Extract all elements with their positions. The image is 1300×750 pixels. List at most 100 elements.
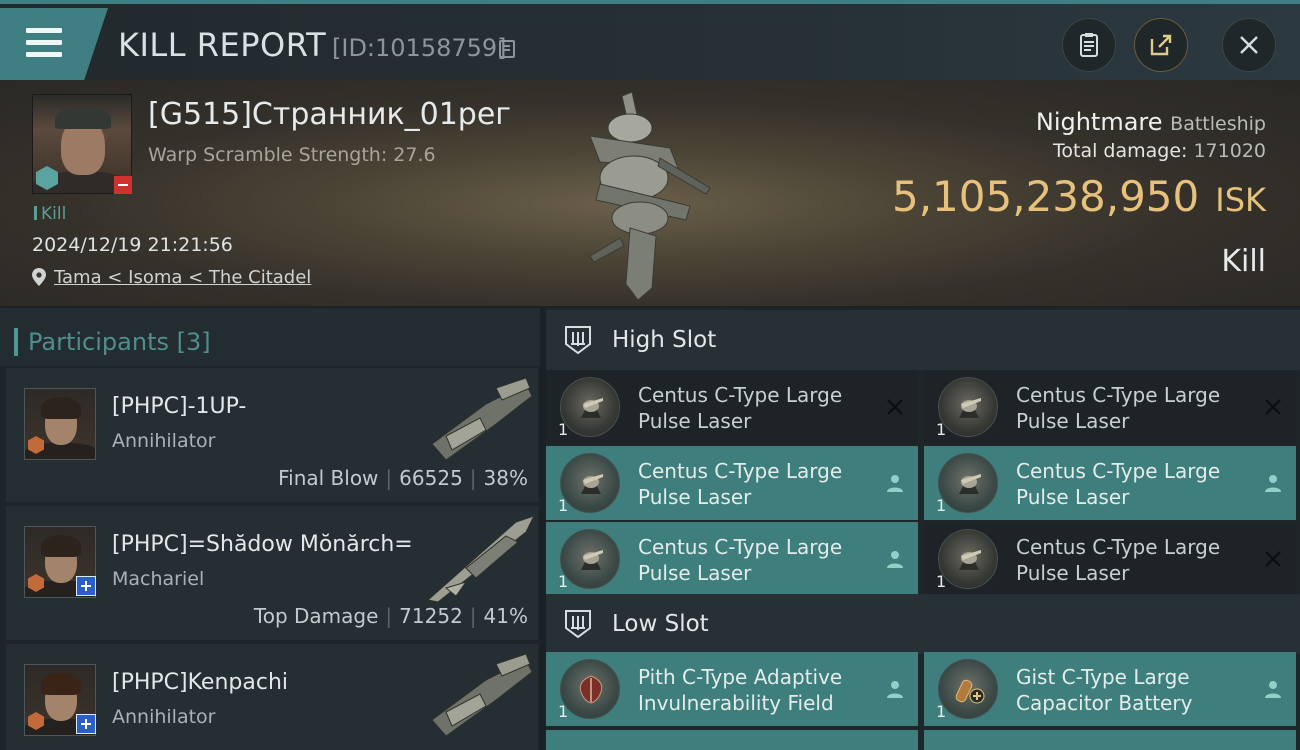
- ship-name: Nightmare: [1035, 108, 1163, 136]
- high-slot-header: High Slot: [546, 310, 1300, 370]
- isk-value: 5,105,238,950 ISK: [892, 172, 1266, 221]
- module-quantity: 1: [558, 572, 569, 591]
- participant-stats: Final Blow | 66525 | 38%: [278, 466, 528, 490]
- module-quantity: 1: [558, 420, 569, 439]
- invulnerability-field-icon: [560, 659, 620, 719]
- module-item[interactable]: 1 Centus C-Type Large Pulse Laser: [924, 370, 1296, 444]
- participant-ship: Machariel: [112, 568, 205, 590]
- victim-ship-image: [589, 91, 711, 301]
- module-name: Centus C-Type Large Pulse Laser: [1016, 383, 1221, 433]
- top-bar: KILL REPORT [ID:10158759]: [0, 0, 1300, 80]
- participant-ship: Annihilator: [112, 706, 216, 728]
- clipboard-button[interactable]: [1062, 18, 1116, 72]
- isk-amount: 5,105,238,950: [891, 172, 1200, 221]
- module-name: Pith C-Type Adaptive Invulnerability Fiel…: [638, 665, 843, 715]
- total-damage: Total damage: 171020: [1053, 140, 1266, 162]
- module-item[interactable]: 1 Centus C-Type Large Pulse Laser: [546, 446, 918, 520]
- warp-scramble-strength: Warp Scramble Strength: 27.6: [148, 144, 436, 166]
- module-item[interactable]: 1 Gist C-Type Large Capacitor Battery: [924, 652, 1296, 726]
- participant-row[interactable]: [PHPC]=Shădow Mŏnărch= Machariel Top Dam…: [6, 506, 538, 640]
- pulse-laser-icon: [560, 453, 620, 513]
- person-icon: [1265, 475, 1281, 492]
- pulse-laser-icon: [560, 529, 620, 589]
- module-item[interactable]: 1 Centus C-Type Large Pulse Laser: [546, 370, 918, 444]
- participant-name: [PHPC]=Shădow Mŏnărch=: [112, 532, 413, 557]
- plus-standing-icon: [76, 576, 96, 596]
- participant-ship-image: [426, 515, 535, 602]
- participant-name: [PHPC]-1UP-: [112, 394, 247, 419]
- participants-title: Participants [3]: [14, 328, 211, 356]
- participant-stats: Top Damage | 71252 | 41%: [253, 604, 528, 628]
- participant-name: [PHPC]Kenpachi: [112, 670, 289, 695]
- participant-ship-image: [431, 377, 533, 461]
- module-item[interactable]: 1 Centus C-Type Large Pulse Laser: [924, 446, 1296, 520]
- x-icon: [1265, 399, 1281, 415]
- module-item[interactable]: 1 Centus C-Type Large Pulse Laser: [924, 522, 1296, 596]
- person-icon: [887, 475, 903, 492]
- plus-standing-icon: [76, 714, 96, 734]
- person-icon: [887, 681, 903, 698]
- participant-ship-image: [431, 653, 533, 737]
- page-title: KILL REPORT: [118, 26, 327, 64]
- module-item[interactable]: 1 Pith C-Type Adaptive Invulnerability Fi…: [546, 652, 918, 726]
- participants-panel: Participants [3] [PHPC]-1UP- Annihilator…: [0, 308, 540, 750]
- module-item[interactable]: 1 Centus C-Type Large Pulse Laser: [546, 522, 918, 596]
- module-quantity: 1: [558, 702, 569, 721]
- module-item-partial[interactable]: [924, 730, 1296, 750]
- x-icon: [887, 399, 903, 415]
- module-quantity: 1: [558, 496, 569, 515]
- module-name: Centus C-Type Large Pulse Laser: [638, 383, 843, 433]
- module-quantity: 1: [936, 496, 947, 515]
- low-slot-label: Low Slot: [612, 611, 709, 637]
- participant-damage: 66525: [399, 466, 463, 490]
- ship-class: Battleship: [1170, 113, 1266, 135]
- total-damage-label: Total damage:: [1053, 140, 1188, 162]
- low-slot-icon: [565, 610, 591, 639]
- high-slot-icon: [565, 326, 591, 355]
- pulse-laser-icon: [938, 377, 998, 437]
- participant-row[interactable]: [PHPC]-1UP- Annihilator Final Blow | 66525…: [6, 368, 538, 502]
- clipboard-icon: [1080, 33, 1098, 57]
- pulse-laser-icon: [560, 377, 620, 437]
- participant-percent: 41%: [483, 604, 528, 628]
- minus-standing-icon: [114, 176, 132, 194]
- participant-ship: Annihilator: [112, 430, 216, 452]
- copy-icon[interactable]: [499, 40, 515, 58]
- total-damage-value: 171020: [1193, 140, 1266, 162]
- fitting-panel: High Slot 1 Centus C-Type Large Pulse Las…: [546, 308, 1300, 750]
- victim-summary: [G515]Странник_01рег Warp Scramble Stren…: [0, 80, 1300, 306]
- module-name: Centus C-Type Large Pulse Laser: [638, 535, 843, 585]
- share-button[interactable]: [1134, 18, 1188, 72]
- module-name: Centus C-Type Large Pulse Laser: [1016, 459, 1221, 509]
- module-quantity: 1: [936, 420, 947, 439]
- high-slot-label: High Slot: [612, 327, 717, 353]
- person-icon: [887, 551, 903, 568]
- report-id: [ID:10158759]: [332, 34, 507, 62]
- participants-header: Participants [3]: [0, 308, 540, 366]
- module-quantity: 1: [936, 702, 947, 721]
- menu-button[interactable]: [0, 8, 108, 80]
- isk-unit: ISK: [1215, 181, 1266, 219]
- victim-name: [G515]Странник_01рег: [148, 97, 512, 132]
- capacitor-battery-icon: [938, 659, 998, 719]
- participant-row[interactable]: [PHPC]Kenpachi Annihilator: [6, 644, 538, 750]
- person-icon: [1265, 681, 1281, 698]
- module-item-partial[interactable]: [546, 730, 918, 750]
- module-name: Centus C-Type Large Pulse Laser: [1016, 535, 1221, 585]
- participant-tag: Final Blow: [278, 466, 379, 490]
- location-link[interactable]: Tama < Isoma < The Citadel: [54, 267, 311, 288]
- module-name: Centus C-Type Large Pulse Laser: [638, 459, 843, 509]
- kill-result: Kill: [1221, 244, 1266, 279]
- participant-tag: Top Damage: [253, 604, 379, 628]
- kill-timestamp: 2024/12/19 21:21:56: [32, 234, 233, 256]
- kill-tag: Kill: [34, 204, 66, 224]
- close-button[interactable]: [1222, 18, 1276, 72]
- pulse-laser-icon: [938, 453, 998, 513]
- share-icon: [1150, 34, 1172, 56]
- ship-type: Nightmare Battleship: [1036, 108, 1266, 136]
- pulse-laser-icon: [938, 529, 998, 589]
- participant-percent: 38%: [483, 466, 528, 490]
- participant-damage: 71252: [399, 604, 463, 628]
- low-slot-header: Low Slot: [546, 594, 1300, 654]
- location-pin-icon: [32, 268, 46, 286]
